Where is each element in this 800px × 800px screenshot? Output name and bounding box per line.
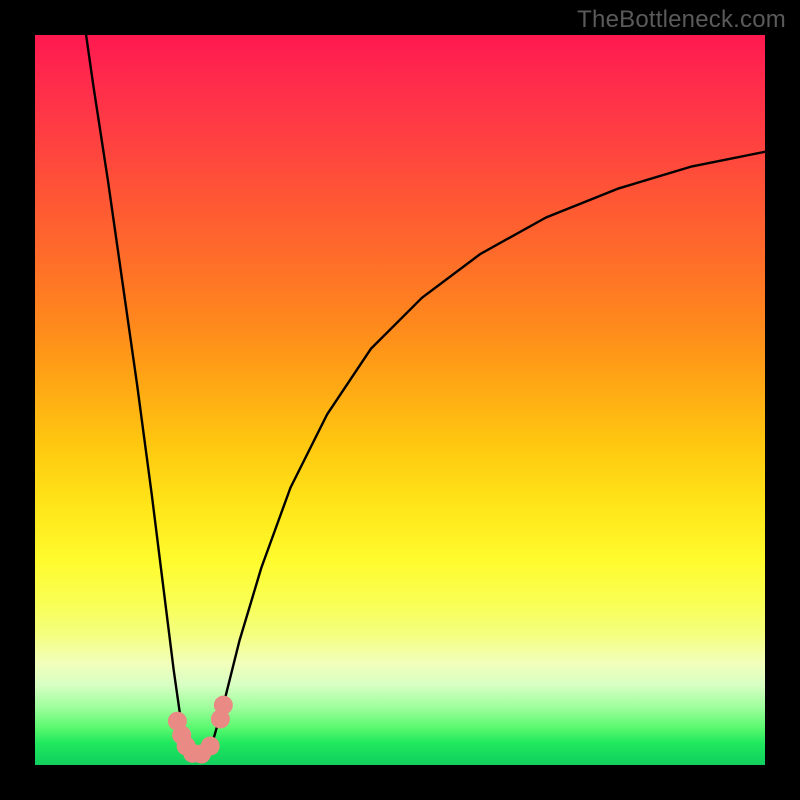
- bottleneck-curve: [35, 35, 765, 765]
- data-marker: [214, 696, 233, 715]
- curve-left-branch: [86, 35, 188, 758]
- curve-right-branch: [210, 152, 765, 751]
- data-marker: [201, 737, 220, 756]
- watermark-text: TheBottleneck.com: [577, 6, 786, 34]
- chart-plot-area: [35, 35, 765, 765]
- outer-frame: TheBottleneck.com: [0, 0, 800, 800]
